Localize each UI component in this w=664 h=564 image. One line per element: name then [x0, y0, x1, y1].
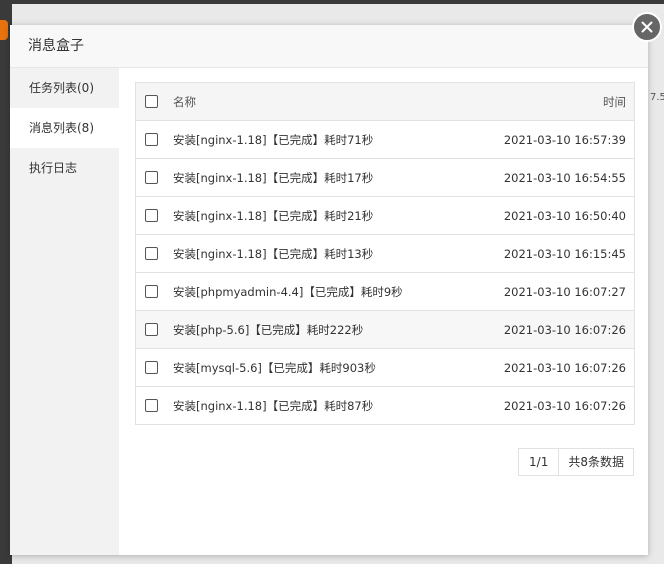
row-name: 安装[nginx-1.18]【已完成】耗时71秒	[173, 132, 374, 147]
column-header-time: 时间	[603, 94, 626, 109]
row-time: 2021-03-10 16:07:26	[503, 398, 626, 413]
table-header-row: 名称 时间	[136, 83, 634, 121]
row-checkbox[interactable]	[145, 361, 158, 374]
dialog-title: 消息盒子	[10, 25, 648, 68]
row-name: 安装[mysql-5.6]【已完成】耗时903秒	[173, 360, 376, 375]
row-name: 安装[nginx-1.18]【已完成】耗时21秒	[173, 208, 374, 223]
row-checkbox[interactable]	[145, 247, 158, 260]
row-checkbox[interactable]	[145, 323, 158, 336]
row-time: 2021-03-10 16:07:26	[503, 322, 626, 337]
row-time: 2021-03-10 16:07:26	[503, 360, 626, 375]
row-time: 2021-03-10 16:54:55	[503, 170, 626, 185]
table-row[interactable]: 安装[nginx-1.18]【已完成】耗时21秒 2021-03-10 16:5…	[136, 197, 634, 235]
row-name: 安装[php-5.6]【已完成】耗时222秒	[173, 322, 364, 337]
message-box-dialog: 消息盒子 任务列表(0) 消息列表(8) 执行日志 名称 时间 安装[nginx…	[10, 25, 648, 555]
sidebar-item-logs[interactable]: 执行日志	[10, 148, 119, 188]
column-header-name: 名称	[173, 94, 196, 109]
row-checkbox[interactable]	[145, 399, 158, 412]
row-name: 安装[nginx-1.18]【已完成】耗时13秒	[173, 246, 374, 261]
sidebar-item-messages[interactable]: 消息列表(8)	[10, 108, 119, 148]
background-badge	[0, 20, 8, 40]
row-time: 2021-03-10 16:15:45	[503, 246, 626, 261]
close-button[interactable]	[632, 12, 662, 42]
row-name: 安装[nginx-1.18]【已完成】耗时87秒	[173, 398, 374, 413]
table-row[interactable]: 安装[mysql-5.6]【已完成】耗时903秒 2021-03-10 16:0…	[136, 349, 634, 387]
pagination: 1/1 共8条数据	[518, 448, 634, 476]
row-checkbox[interactable]	[145, 133, 158, 146]
row-time: 2021-03-10 16:57:39	[503, 132, 626, 147]
message-table: 名称 时间 安装[nginx-1.18]【已完成】耗时71秒 2021-03-1…	[135, 82, 635, 425]
background-text: 7.5	[650, 92, 664, 103]
sidebar-item-tasks[interactable]: 任务列表(0)	[10, 68, 119, 108]
table-row[interactable]: 安装[nginx-1.18]【已完成】耗时71秒 2021-03-10 16:5…	[136, 121, 634, 159]
row-checkbox[interactable]	[145, 171, 158, 184]
table-row[interactable]: 安装[nginx-1.18]【已完成】耗时17秒 2021-03-10 16:5…	[136, 159, 634, 197]
row-checkbox[interactable]	[145, 209, 158, 222]
row-time: 2021-03-10 16:07:27	[503, 284, 626, 299]
page-indicator[interactable]: 1/1	[519, 449, 560, 475]
select-all-checkbox[interactable]	[145, 95, 158, 108]
table-row[interactable]: 安装[php-5.6]【已完成】耗时222秒 2021-03-10 16:07:…	[136, 311, 634, 349]
sidebar: 任务列表(0) 消息列表(8) 执行日志	[10, 68, 119, 555]
row-name: 安装[phpmyadmin-4.4]【已完成】耗时9秒	[173, 284, 403, 299]
close-icon	[641, 21, 653, 33]
row-checkbox[interactable]	[145, 285, 158, 298]
table-row[interactable]: 安装[phpmyadmin-4.4]【已完成】耗时9秒 2021-03-10 1…	[136, 273, 634, 311]
row-time: 2021-03-10 16:50:40	[503, 208, 626, 223]
row-name: 安装[nginx-1.18]【已完成】耗时17秒	[173, 170, 374, 185]
message-list-panel: 名称 时间 安装[nginx-1.18]【已完成】耗时71秒 2021-03-1…	[119, 68, 648, 555]
total-count: 共8条数据	[568, 455, 624, 469]
table-row[interactable]: 安装[nginx-1.18]【已完成】耗时87秒 2021-03-10 16:0…	[136, 387, 634, 425]
table-row[interactable]: 安装[nginx-1.18]【已完成】耗时13秒 2021-03-10 16:1…	[136, 235, 634, 273]
